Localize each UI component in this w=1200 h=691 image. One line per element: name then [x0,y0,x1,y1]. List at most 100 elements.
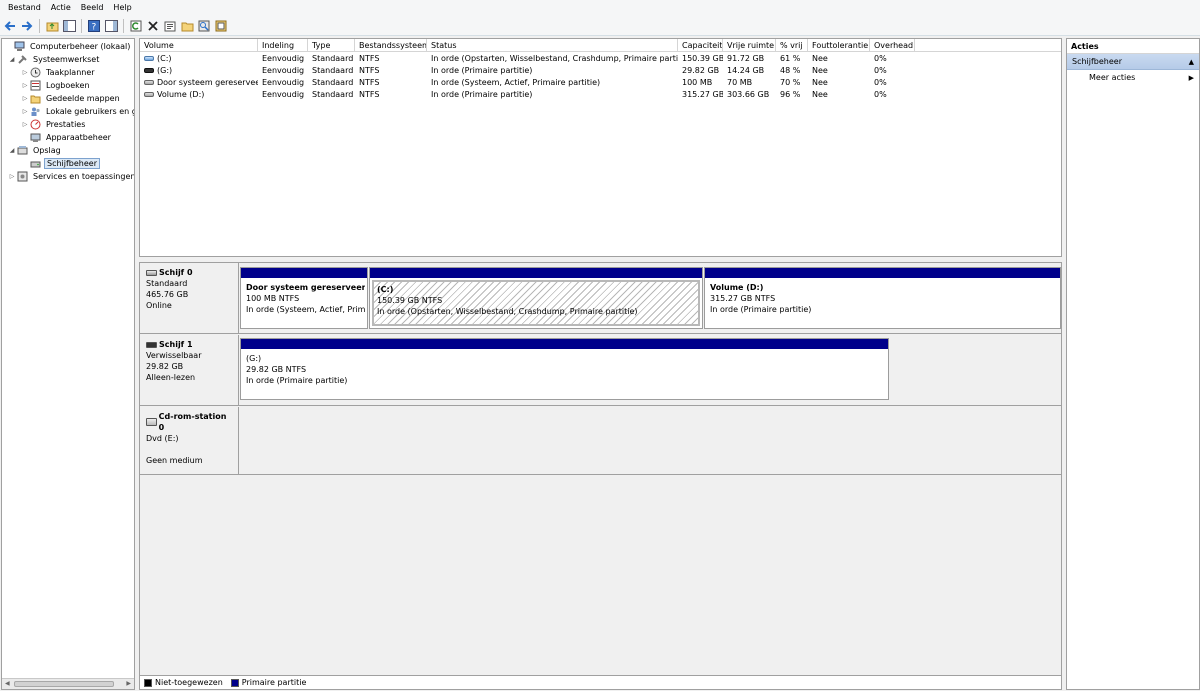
partition-size: 29.82 GB NTFS [246,365,307,374]
partition-size: 100 MB NTFS [246,294,300,303]
expand-arrow-icon[interactable]: ▷ [20,69,30,76]
expand-arrow-icon[interactable]: ◢ [7,56,17,63]
table-row[interactable]: (G:) Eenvoudig Standaard NTFS In orde (P… [140,65,1061,77]
table-row[interactable]: Volume (D:) Eenvoudig Standaard NTFS In … [140,89,1061,101]
partition-title: Door systeem gereserveerd [246,283,365,292]
up-folder-icon[interactable] [45,19,59,33]
column-header-capaciteit[interactable]: Capaciteit [678,39,723,52]
more-actions-item[interactable]: Meer acties ▶ [1067,70,1199,86]
table-row[interactable]: Door systeem gereserveerd Eenvoudig Stan… [140,77,1061,89]
collapse-arrow-icon[interactable]: ▲ [1189,54,1194,70]
menu-help[interactable]: Help [108,0,136,16]
scroll-left-icon[interactable]: ◀ [5,680,10,687]
tree-item-opslag[interactable]: ◢ Opslag [7,144,63,157]
tree-item-apparaatbeheer[interactable]: Apparaatbeheer [20,131,113,144]
volume-list: Volume Indeling Type Bestandssysteem Sta… [139,38,1062,257]
disk-name: Cd-rom-station 0 [158,412,227,432]
help-icon[interactable]: ? [87,19,101,33]
column-header-status[interactable]: Status [427,39,678,52]
menu-bar: Bestand Actie Beeld Help [0,0,1200,16]
forward-arrow-icon[interactable] [20,19,34,33]
partition-type-bar [705,268,1060,278]
column-header-overhead[interactable]: Overhead [870,39,915,52]
tree-item-lokale-gebruikers[interactable]: ▷ Lokale gebruikers en gr [20,105,134,118]
services-icon [17,171,28,182]
cell-type: Standaard [312,78,354,87]
column-header-type[interactable]: Type [308,39,355,52]
cell-free-space: 70 MB [727,78,753,87]
expand-arrow-icon[interactable]: ▷ [20,121,30,128]
partition-block[interactable]: (C:) 150.39 GB NTFS In orde (Opstarten, … [369,267,703,329]
legend-swatch-unallocated [144,678,152,687]
legend: Niet-toegewezen Primaire partitie [139,675,1062,690]
column-header-vrije-ruimte[interactable]: Vrije ruimte [723,39,776,52]
cell-overhead: 0% [874,90,887,99]
scrollbar-thumb[interactable] [14,681,114,687]
tree-item-systeemwerkset[interactable]: ◢ Systeemwerkset [7,53,101,66]
legend-label: Niet-toegewezen [155,678,223,687]
refresh-icon[interactable] [129,19,143,33]
column-header-indeling[interactable]: Indeling [258,39,308,52]
menu-beeld[interactable]: Beeld [76,0,109,16]
users-icon [30,106,41,117]
legend-swatch-primary [230,678,239,687]
column-header-volume[interactable]: Volume [140,39,258,52]
partition-block[interactable]: Door systeem gereserveerd 100 MB NTFS In… [240,267,368,329]
partition-block[interactable]: Volume (D:) 315.27 GB NTFS In orde (Prim… [704,267,1061,329]
partition-type-bar [241,339,888,349]
menu-bestand[interactable]: Bestand [3,0,46,16]
delete-icon[interactable] [146,19,160,33]
column-header-fouttolerantie[interactable]: Fouttolerantie [808,39,870,52]
cell-layout: Eenvoudig [262,78,305,87]
search-disk-icon[interactable] [197,19,211,33]
tree-item-label: Prestaties [46,120,86,129]
cell-filesystem: NTFS [359,66,380,75]
tree-item-taakplanner[interactable]: ▷ Taakplanner [20,66,97,79]
column-header-bestandssysteem[interactable]: Bestandssysteem [355,39,427,52]
cell-overhead: 0% [874,54,887,63]
actions-section-header[interactable]: Schijfbeheer ▲ [1067,54,1199,70]
partition-title: Volume (D:) [710,283,764,292]
back-arrow-icon[interactable] [3,19,17,33]
partition-block[interactable]: (G:) 29.82 GB NTFS In orde (Primaire par… [240,338,889,400]
cell-status: In orde (Primaire partitie) [431,66,533,75]
disk-name: Schijf 0 [159,268,193,277]
disk-info[interactable]: Cd-rom-station 0 Dvd (E:) Geen medium [140,407,239,474]
tree-item-label: Schijfbeheer [44,158,101,169]
cell-status: In orde (Systeem, Actief, Primaire parti… [431,78,601,87]
open-folder-icon[interactable] [180,19,194,33]
expand-arrow-icon[interactable]: ▷ [7,173,17,180]
table-row[interactable]: (C:) Eenvoudig Standaard NTFS In orde (O… [140,53,1061,65]
tree-item-services[interactable]: ▷ Services en toepassingen [7,170,134,183]
cell-capacity: 100 MB [682,78,713,87]
shared-folders-icon [30,93,41,104]
tree-item-logboeken[interactable]: ▷ Logboeken [20,79,92,92]
disk-settings-icon[interactable] [214,19,228,33]
cell-filesystem: NTFS [359,90,380,99]
column-header-pct-vrij[interactable]: % vrij [776,39,808,52]
tree-item-prestaties[interactable]: ▷ Prestaties [20,118,87,131]
expand-arrow-icon[interactable]: ◢ [7,147,17,154]
disk-info[interactable]: Schijf 1 Verwisselbaar 29.82 GB Alleen-l… [140,335,239,405]
toolbar: ? [0,16,1200,36]
cell-fault-tolerance: Nee [812,54,828,63]
disk-type: Standaard [146,279,188,288]
tree-item-gedeelde-mappen[interactable]: ▷ Gedeelde mappen [20,92,122,105]
expand-arrow-icon[interactable]: ▷ [20,95,30,102]
menu-actie[interactable]: Actie [46,0,76,16]
horizontal-scrollbar[interactable]: ◀ ▶ [2,678,134,689]
tree-item-computerbeheer[interactable]: Computerbeheer (lokaal) [4,40,132,53]
tree-item-schijfbeheer[interactable]: Schijfbeheer [20,157,101,170]
show-hide-tree-icon[interactable] [62,19,76,33]
disk-row: Cd-rom-station 0 Dvd (E:) Geen medium [140,407,1061,475]
pane-splitter[interactable] [137,257,1063,261]
properties-icon[interactable] [163,19,177,33]
scroll-right-icon[interactable]: ▶ [126,680,131,687]
console-tree: Computerbeheer (lokaal) ◢ Systeemwerkset… [1,38,135,690]
disk-state: Online [146,301,172,310]
expand-arrow-icon[interactable]: ▷ [20,82,30,89]
expand-arrow-icon[interactable]: ▷ [20,108,30,115]
show-hide-action-pane-icon[interactable] [104,19,118,33]
actions-title: Acties [1067,39,1199,54]
disk-info[interactable]: Schijf 0 Standaard 465.76 GB Online [140,263,239,333]
